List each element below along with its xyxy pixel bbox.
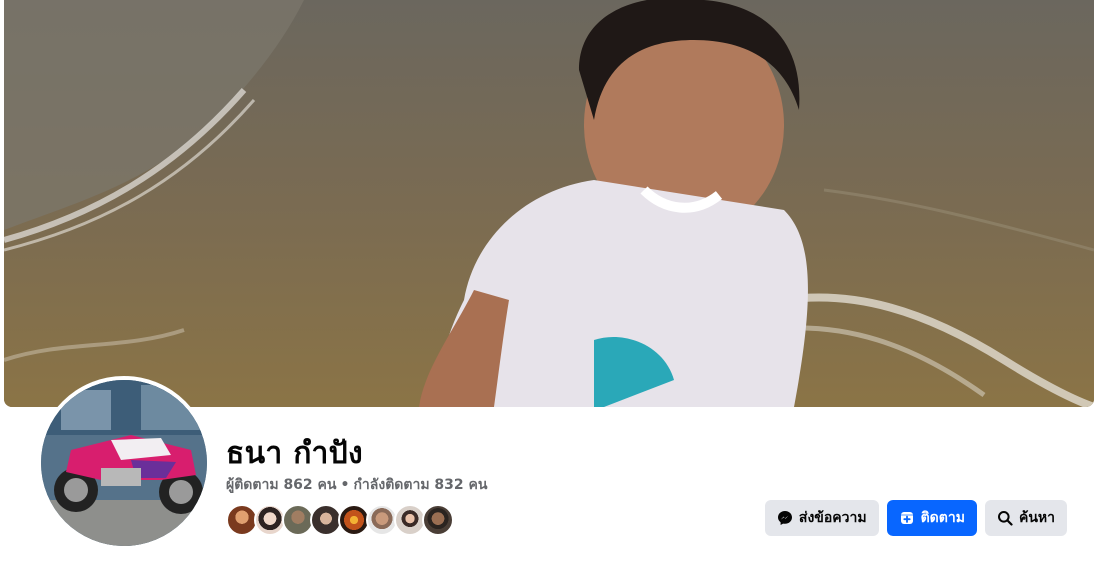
profile-picture[interactable] (37, 376, 211, 550)
follow-button[interactable]: ติดตาม (886, 500, 977, 536)
cover-photo[interactable] (4, 0, 1094, 407)
search-button-label: ค้นหา (1018, 510, 1055, 526)
profile-name: ธนา กำปัง (226, 436, 363, 471)
profile-picture-image (41, 380, 207, 546)
follow-stats: ผู้ติดตาม 862 คน • กำลังติดตาม 832 คน (226, 474, 487, 496)
friend-avatar[interactable] (422, 504, 454, 536)
search-button[interactable]: ค้นหา (984, 500, 1067, 536)
follow-icon (899, 510, 915, 526)
following-link[interactable]: กำลังติดตาม 832 คน (353, 474, 487, 496)
followers-link[interactable]: ผู้ติดตาม 862 คน (226, 474, 336, 496)
search-icon (997, 510, 1013, 526)
stats-separator: • (340, 477, 350, 493)
friends-avatar-row (226, 504, 454, 536)
message-button-label: ส่งข้อความ (798, 510, 867, 526)
messenger-icon (777, 510, 793, 526)
follow-button-label: ติดตาม (920, 510, 965, 526)
message-button[interactable]: ส่งข้อความ (764, 500, 879, 536)
profile-actions: ส่งข้อความ ติดตาม ค้นหา (764, 500, 1067, 536)
